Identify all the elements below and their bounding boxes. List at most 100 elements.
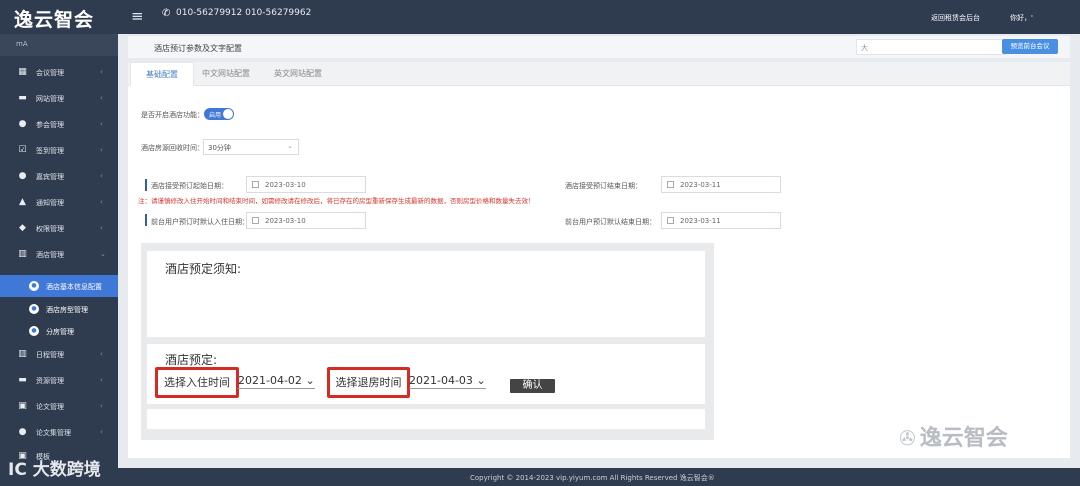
watermark-logo-text: 逸云智会 bbox=[919, 426, 1008, 451]
default-checkout-input[interactable]: 2023-03-11 bbox=[661, 212, 781, 229]
sidebar: mA ▦ 会议管理 ‹ ▬ 网站管理 ‹ ● 参会管理 ‹ ☑ 签到管理 ‹ ●… bbox=[0, 34, 118, 486]
wechat-icon: ✇ bbox=[899, 426, 916, 450]
checkout-date-value: 2021-04-03 bbox=[409, 374, 473, 387]
sidebar-item-paper-collection[interactable]: ● 论文集管理 ‹ bbox=[0, 420, 118, 446]
tab-basic-config[interactable]: 基础配置 bbox=[130, 62, 194, 86]
chevron-left-icon: ‹ bbox=[100, 146, 103, 154]
checkout-label: 选择退房时间 bbox=[335, 376, 402, 389]
folder-icon: ▬ bbox=[18, 375, 27, 385]
monitor-icon: ▬ bbox=[18, 93, 27, 103]
sidebar-item-label: 权限管理 bbox=[36, 225, 64, 233]
default-checkout-value: 2023-03-11 bbox=[680, 217, 721, 225]
chevron-down-icon: ⌄ bbox=[287, 142, 293, 150]
checkin-date-value: 2021-04-02 bbox=[238, 374, 302, 387]
enable-hotel-toggle[interactable]: 启用 bbox=[204, 108, 234, 120]
checkin-date-select[interactable]: 2021-04-02 ⌄ bbox=[238, 374, 315, 389]
checkout-label-highlight: 选择退房时间 bbox=[327, 367, 410, 398]
toggle-text: 启用 bbox=[209, 112, 222, 119]
tab-bar: 基础配置 中文网站配置 英文网站配置 bbox=[128, 62, 1070, 86]
end-date-label: 酒店接受预订结束日期： bbox=[565, 182, 642, 190]
chevron-down-icon: ⌄ bbox=[100, 250, 106, 258]
sidebar-item-label: 签到管理 bbox=[36, 147, 64, 155]
enable-hotel-label: 是否开启酒店功能： bbox=[141, 111, 204, 119]
user-greeting[interactable]: 你好，' bbox=[1010, 13, 1033, 23]
end-date-value: 2023-03-11 bbox=[680, 181, 721, 189]
chevron-left-icon: ‹ bbox=[100, 428, 103, 436]
preview-frontend-button[interactable]: 预览前台会议 bbox=[1002, 39, 1058, 54]
sidebar-item-schedule[interactable]: ▥ 日程管理 ‹ bbox=[0, 342, 118, 368]
chevron-left-icon: ‹ bbox=[100, 120, 103, 128]
sidebar-item-permission[interactable]: ◆ 权限管理 ‹ bbox=[0, 216, 118, 242]
booking-preview: 酒店预定须知: 酒店预定: 选择入住时间 2021-04-02 ⌄ 选择退房时间… bbox=[141, 243, 714, 440]
sidebar-item-checkin[interactable]: ☑ 签到管理 ‹ bbox=[0, 138, 118, 164]
booking-title: 酒店预定: bbox=[165, 353, 218, 367]
checkin-label-highlight: 选择入住时间 bbox=[155, 367, 239, 398]
chevron-down-icon: ⌄ bbox=[305, 374, 315, 387]
sidebar-item-attendee[interactable]: ● 参会管理 ‹ bbox=[0, 112, 118, 138]
recycle-time-label: 酒店房源回收时间： bbox=[141, 144, 204, 152]
sidebar-item-label: 通知管理 bbox=[36, 199, 64, 207]
app-logo[interactable]: 逸云智会 bbox=[14, 5, 94, 32]
footer: Copyright © 2014-2023 vip.yiyum.com All … bbox=[118, 468, 1080, 486]
start-date-label: 酒店接受预订起始日期： bbox=[151, 182, 228, 190]
location-pin-icon: ◆ bbox=[19, 223, 26, 233]
sidebar-subitem-room-allocation[interactable]: ● 分房管理 bbox=[0, 320, 118, 342]
sidebar-item-label: 论文管理 bbox=[36, 403, 64, 411]
start-date-input[interactable]: 2023-03-10 bbox=[246, 176, 366, 193]
preview-footer-box bbox=[147, 409, 705, 429]
end-date-input[interactable]: 2023-03-11 bbox=[661, 176, 781, 193]
sidebar-item-notice[interactable]: ▲ 通知管理 ‹ bbox=[0, 190, 118, 216]
sidebar-item-label: 参会管理 bbox=[36, 121, 64, 129]
header-search-input[interactable]: 大 bbox=[856, 39, 1006, 55]
columns-icon: ▥ bbox=[18, 349, 27, 359]
default-checkin-input[interactable]: 2023-03-10 bbox=[246, 212, 366, 229]
page-header: 酒店预订参数及文字配置 大 预览前台会议 bbox=[128, 36, 1070, 58]
default-checkout-label: 前台用户预订默认结束日期： bbox=[565, 218, 656, 226]
circle-icon: ● bbox=[29, 304, 39, 314]
back-to-admin-link[interactable]: 返回租赁会后台 bbox=[931, 13, 980, 23]
chevron-left-icon: ‹ bbox=[100, 68, 103, 76]
sidebar-item-label: 会议管理 bbox=[36, 69, 64, 77]
sidebar-item-guest[interactable]: ● 嘉宾管理 ‹ bbox=[0, 164, 118, 190]
default-checkin-value: 2023-03-10 bbox=[265, 217, 306, 225]
grid-icon: ▦ bbox=[18, 67, 27, 77]
menu-toggle-icon[interactable]: ≡ bbox=[131, 8, 144, 24]
circle-icon: ● bbox=[29, 326, 39, 336]
sidebar-item-label: 网站管理 bbox=[36, 95, 64, 103]
sidebar-item-label: 酒店管理 bbox=[36, 251, 64, 259]
user-icon: ● bbox=[18, 119, 27, 129]
sidebar-item-label: 日程管理 bbox=[36, 351, 64, 359]
calendar-icon bbox=[667, 181, 674, 188]
sidebar-item-meeting[interactable]: ▦ 会议管理 ‹ bbox=[0, 60, 118, 86]
calendar-icon bbox=[667, 217, 674, 224]
chevron-left-icon: ‹ bbox=[100, 376, 103, 384]
copyright-text: Copyright © 2014-2023 vip.yiyum.com All … bbox=[470, 474, 715, 482]
default-checkin-label: 前台用户预订时默认入住日期： bbox=[151, 218, 249, 226]
chevron-left-icon: ‹ bbox=[100, 172, 103, 180]
sidebar-subitem-hotel-info[interactable]: ● 酒店基本信息配置 bbox=[0, 275, 118, 297]
tab-chinese-site[interactable]: 中文网站配置 bbox=[194, 62, 258, 86]
chevron-left-icon: ‹ bbox=[100, 350, 103, 358]
confirm-button[interactable]: 确认 bbox=[510, 379, 555, 393]
document-icon: ▣ bbox=[18, 401, 27, 411]
recycle-time-select[interactable]: 30分钟 ⌄ bbox=[203, 139, 299, 155]
sidebar-subitem-room-type[interactable]: ● 酒店房型管理 bbox=[0, 298, 118, 320]
chevron-down-icon: ⌄ bbox=[476, 374, 486, 387]
start-date-value: 2023-03-10 bbox=[265, 181, 306, 189]
sidebar-item-paper[interactable]: ▣ 论文管理 ‹ bbox=[0, 394, 118, 420]
tab-english-site[interactable]: 英文网站配置 bbox=[266, 62, 330, 86]
calendar-icon bbox=[252, 181, 259, 188]
main-panel: 基础配置 中文网站配置 英文网站配置 是否开启酒店功能： 启用 酒店房源回收时间… bbox=[128, 62, 1070, 458]
sidebar-subitem-label: 酒店房型管理 bbox=[46, 306, 88, 314]
users-icon: ● bbox=[18, 171, 27, 181]
checkout-date-select[interactable]: 2021-04-03 ⌄ bbox=[409, 374, 486, 389]
chevron-left-icon: ‹ bbox=[100, 402, 103, 410]
sidebar-item-hotel[interactable]: ▥ 酒店管理 ⌄ bbox=[0, 242, 118, 268]
sidebar-item-label: 论文集管理 bbox=[36, 429, 71, 437]
bell-icon: ▲ bbox=[19, 197, 26, 207]
sidebar-item-resource[interactable]: ▬ 资源管理 ‹ bbox=[0, 368, 118, 394]
booking-box: 酒店预定: 选择入住时间 2021-04-02 ⌄ 选择退房时间 2021-04… bbox=[147, 344, 705, 404]
top-bar: 逸云智会 ≡ ✆ 010-56279912 010-56279962 返回租赁会… bbox=[0, 0, 1080, 34]
sidebar-header: mA bbox=[0, 34, 118, 56]
sidebar-item-website[interactable]: ▬ 网站管理 ‹ bbox=[0, 86, 118, 112]
